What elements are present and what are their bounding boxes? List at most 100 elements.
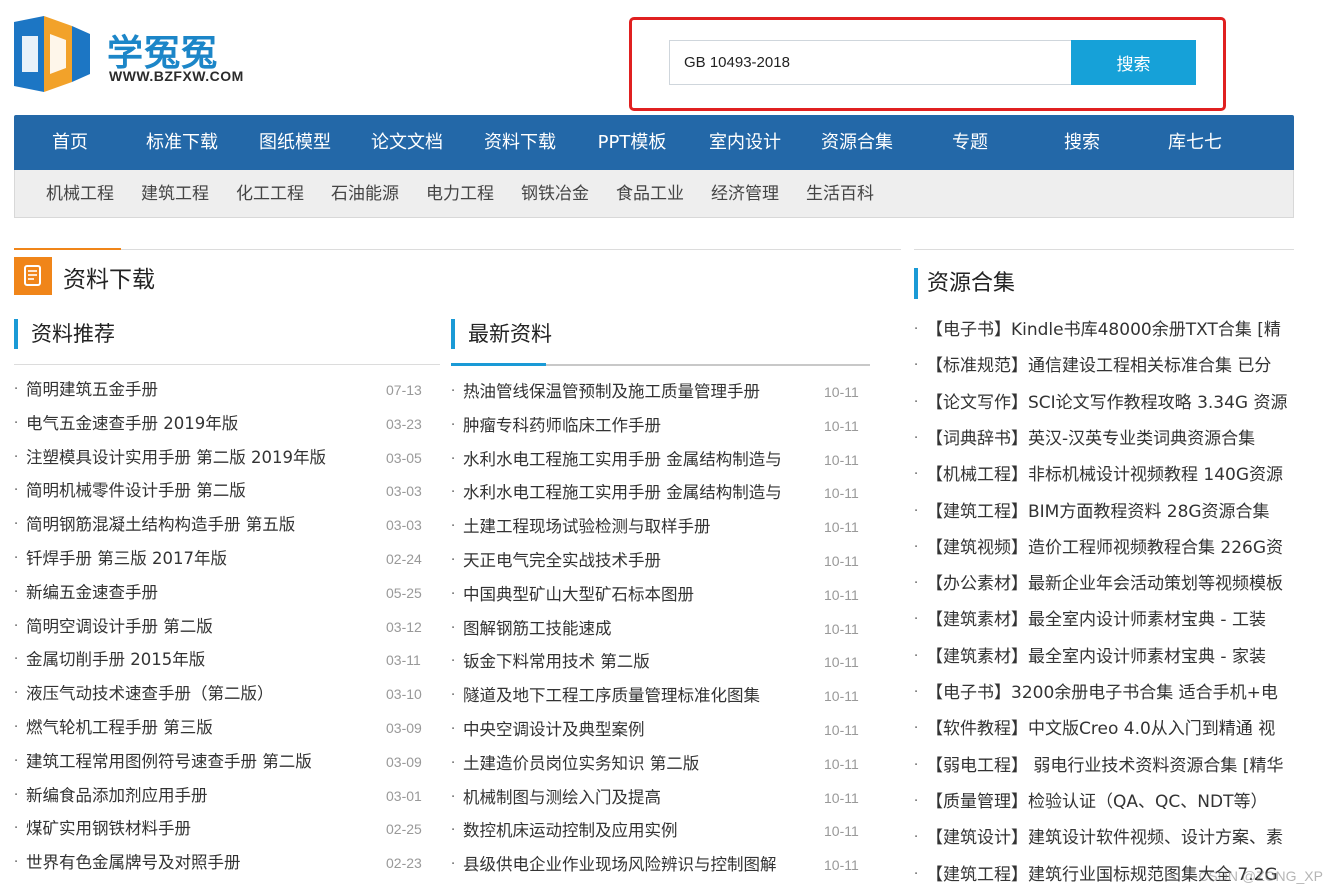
nav-item-collections[interactable]: 资源合集 [801,115,913,170]
resource-item-title[interactable]: 【标准规范】通信建设工程相关标准合集 已分 [926,348,1271,384]
resource-item[interactable]: · 【词典辞书】英汉-汉英专业类词典资源合集 [914,421,1295,457]
nav-item-search[interactable]: 搜索 [1026,115,1138,170]
list-item[interactable]: · 中央空调设计及典型案例 10-11 [451,713,870,747]
list-item[interactable]: · 建筑工程常用图例符号速查手册 第二版 03-09 [14,745,440,779]
nav-item-ppt[interactable]: PPT模板 [576,115,688,170]
resource-item-title[interactable]: 【机械工程】非标机械设计视频教程 140G资源 [926,457,1283,493]
list-item[interactable]: · 热油管线保温管预制及施工质量管理手册 10-11 [451,375,870,409]
list-item-title[interactable]: 新编五金速查手册 [26,576,381,610]
resource-item[interactable]: · 【建筑素材】最全室内设计师素材宝典 - 家装 [914,639,1295,675]
site-logo[interactable]: 学冤冤 WWW.BZFXW.COM [14,16,244,92]
list-item[interactable]: · 煤矿实用钢铁材料手册 02-25 [14,812,440,846]
list-item-title[interactable]: 煤矿实用钢铁材料手册 [26,812,381,846]
search-button[interactable]: 搜索 [1071,40,1196,85]
nav-item-ku77[interactable]: 库七七 [1139,115,1251,170]
list-item[interactable]: · 水利水电工程施工实用手册 金属结构制造与 10-11 [451,476,870,510]
resource-item-title[interactable]: 【词典辞书】英汉-汉英专业类词典资源合集 [926,421,1255,457]
list-item-title[interactable]: 注塑模具设计实用手册 第二版 2019年版 [26,441,381,475]
list-item[interactable]: · 注塑模具设计实用手册 第二版 2019年版 03-05 [14,441,440,475]
resource-item-title[interactable]: 【建筑素材】最全室内设计师素材宝典 - 家装 [926,639,1266,675]
list-item-title[interactable]: 钣金下料常用技术 第二版 [463,645,813,679]
nav-item-downloads[interactable]: 资料下载 [464,115,576,170]
resource-item-title[interactable]: 【建筑素材】最全室内设计师素材宝典 - 工装 [926,602,1266,638]
list-item-title[interactable]: 建筑工程常用图例符号速查手册 第二版 [26,745,381,779]
list-item[interactable]: · 金属切削手册 2015年版 03-11 [14,643,440,677]
list-item-title[interactable]: 机械制图与测绘入门及提高 [463,781,813,815]
list-item-title[interactable]: 简明钢筋混凝土结构构造手册 第五版 [26,508,381,542]
list-item-title[interactable]: 土建工程现场试验检测与取样手册 [463,510,813,544]
resource-item[interactable]: · 【建筑视频】造价工程师视频教程合集 226G资 [914,530,1295,566]
list-item[interactable]: · 土建造价员岗位实务知识 第二版 10-11 [451,747,870,781]
nav-item-home[interactable]: 首页 [14,115,126,170]
list-item[interactable]: · 简明建筑五金手册 07-13 [14,373,440,407]
resource-item-title[interactable]: 【论文写作】SCI论文写作教程攻略 3.34G 资源 [926,385,1288,421]
subnav-food[interactable]: 食品工业 [616,170,684,218]
list-item-title[interactable]: 简明空调设计手册 第二版 [26,610,381,644]
list-item[interactable]: · 世界有色金属牌号及对照手册 02-23 [14,846,440,880]
list-item-title[interactable]: 县级供电企业作业现场风险辨识与控制图解 [463,848,813,882]
resource-item[interactable]: · 【建筑素材】最全室内设计师素材宝典 - 工装 [914,602,1295,638]
list-item[interactable]: · 新编食品添加剂应用手册 03-01 [14,779,440,813]
nav-item-interior[interactable]: 室内设计 [689,115,801,170]
resource-item-title[interactable]: 【建筑视频】造价工程师视频教程合集 226G资 [926,530,1283,566]
subnav-economy[interactable]: 经济管理 [711,170,779,218]
list-item[interactable]: · 液压气动技术速查手册（第二版） 03-10 [14,677,440,711]
list-item-title[interactable]: 钎焊手册 第三版 2017年版 [26,542,381,576]
list-item-title[interactable]: 水利水电工程施工实用手册 金属结构制造与 [463,476,813,510]
resource-item[interactable]: · 【标准规范】通信建设工程相关标准合集 已分 [914,348,1295,384]
list-item[interactable]: · 土建工程现场试验检测与取样手册 10-11 [451,510,870,544]
list-item[interactable]: · 县级供电企业作业现场风险辨识与控制图解 10-11 [451,848,870,882]
resource-item[interactable]: · 【弱电工程】 弱电行业技术资料资源合集 [精华 [914,748,1295,784]
resource-item-title[interactable]: 【建筑设计】建筑设计软件视频、设计方案、素 [926,820,1283,856]
list-item[interactable]: · 中国典型矿山大型矿石标本图册 10-11 [451,578,870,612]
list-item[interactable]: · 天正电气完全实战技术手册 10-11 [451,544,870,578]
nav-item-topics[interactable]: 专题 [914,115,1026,170]
list-item[interactable]: · 新编五金速查手册 05-25 [14,576,440,610]
resource-item[interactable]: · 【论文写作】SCI论文写作教程攻略 3.34G 资源 [914,385,1295,421]
list-item[interactable]: · 钣金下料常用技术 第二版 10-11 [451,645,870,679]
list-item-title[interactable]: 金属切削手册 2015年版 [26,643,381,677]
list-item-title[interactable]: 图解钢筋工技能速成 [463,612,813,646]
resource-item[interactable]: · 【建筑设计】建筑设计软件视频、设计方案、素 [914,820,1295,856]
list-item-title[interactable]: 简明机械零件设计手册 第二版 [26,474,381,508]
list-item[interactable]: · 简明机械零件设计手册 第二版 03-03 [14,474,440,508]
subnav-construction[interactable]: 建筑工程 [141,170,209,218]
resource-item-title[interactable]: 【电子书】Kindle书库48000余册TXT合集 [精 [926,312,1281,348]
list-item-title[interactable]: 土建造价员岗位实务知识 第二版 [463,747,813,781]
resource-item-title[interactable]: 【质量管理】检验认证（QA、QC、NDT等） [926,784,1267,820]
resource-item[interactable]: · 【电子书】Kindle书库48000余册TXT合集 [精 [914,312,1295,348]
list-item[interactable]: · 机械制图与测绘入门及提高 10-11 [451,781,870,815]
list-item-title[interactable]: 简明建筑五金手册 [26,373,381,407]
nav-item-drawings[interactable]: 图纸模型 [239,115,351,170]
subnav-petroleum[interactable]: 石油能源 [331,170,399,218]
list-item-title[interactable]: 天正电气完全实战技术手册 [463,544,813,578]
list-item[interactable]: · 数控机床运动控制及应用实例 10-11 [451,814,870,848]
resource-item-title[interactable]: 【办公素材】最新企业年会活动策划等视频模板 [926,566,1283,602]
resource-item-title[interactable]: 【建筑工程】BIM方面教程资料 28G资源合集 [926,494,1270,530]
subnav-life[interactable]: 生活百科 [806,170,874,218]
list-item[interactable]: · 肿瘤专科药师临床工作手册 10-11 [451,409,870,443]
resource-item[interactable]: · 【机械工程】非标机械设计视频教程 140G资源 [914,457,1295,493]
list-item-title[interactable]: 中央空调设计及典型案例 [463,713,813,747]
list-item[interactable]: · 简明空调设计手册 第二版 03-12 [14,610,440,644]
list-item[interactable]: · 简明钢筋混凝土结构构造手册 第五版 03-03 [14,508,440,542]
list-item[interactable]: · 钎焊手册 第三版 2017年版 02-24 [14,542,440,576]
list-item[interactable]: · 隧道及地下工程工序质量管理标准化图集 10-11 [451,679,870,713]
subnav-electric[interactable]: 电力工程 [426,170,494,218]
resource-item[interactable]: · 【电子书】3200余册电子书合集 适合手机+电 [914,675,1295,711]
list-item[interactable]: · 图解钢筋工技能速成 10-11 [451,612,870,646]
resource-item[interactable]: · 【办公素材】最新企业年会活动策划等视频模板 [914,566,1295,602]
nav-item-papers[interactable]: 论文文档 [351,115,463,170]
resource-item-title[interactable]: 【弱电工程】 弱电行业技术资料资源合集 [精华 [926,748,1283,784]
list-item[interactable]: · 电气五金速查手册 2019年版 03-23 [14,407,440,441]
list-item-title[interactable]: 电气五金速查手册 2019年版 [26,407,381,441]
subnav-mechanical[interactable]: 机械工程 [46,170,114,218]
resource-item[interactable]: · 【质量管理】检验认证（QA、QC、NDT等） [914,784,1295,820]
resource-item-title[interactable]: 【软件教程】中文版Creo 4.0从入门到精通 视 [926,711,1275,747]
list-item-title[interactable]: 肿瘤专科药师临床工作手册 [463,409,813,443]
list-item-title[interactable]: 新编食品添加剂应用手册 [26,779,381,813]
list-item[interactable]: · 水利水电工程施工实用手册 金属结构制造与 10-11 [451,443,870,477]
list-item-title[interactable]: 隧道及地下工程工序质量管理标准化图集 [463,679,813,713]
nav-item-standards[interactable]: 标准下载 [126,115,238,170]
subnav-chemical[interactable]: 化工工程 [236,170,304,218]
